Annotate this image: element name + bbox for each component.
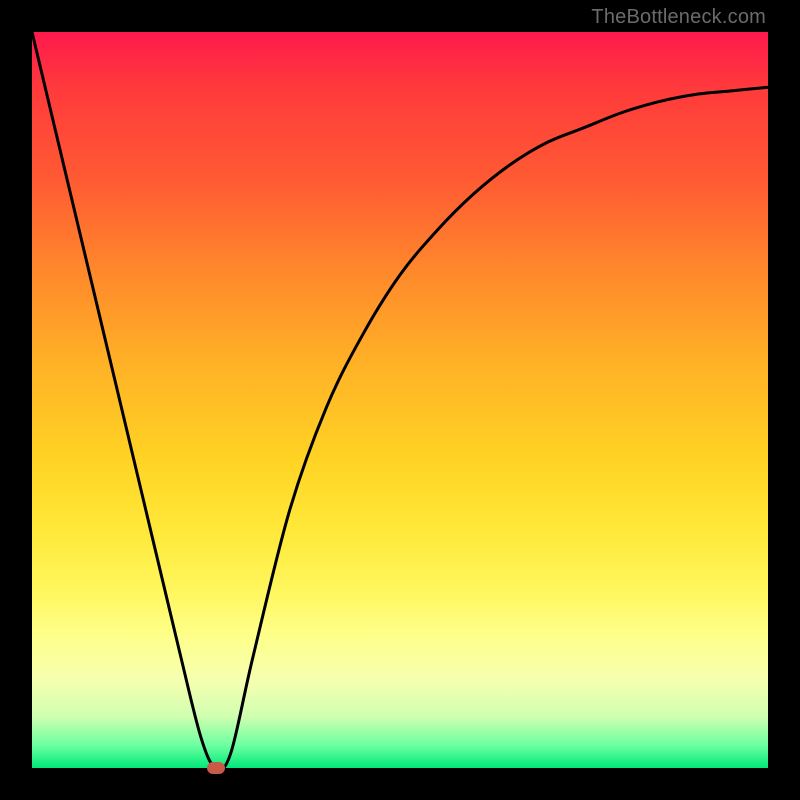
plot-area [32,32,768,768]
chart-frame: TheBottleneck.com [0,0,800,800]
optimum-marker [207,762,225,774]
heat-gradient-background [32,32,768,768]
watermark-text: TheBottleneck.com [591,6,766,29]
